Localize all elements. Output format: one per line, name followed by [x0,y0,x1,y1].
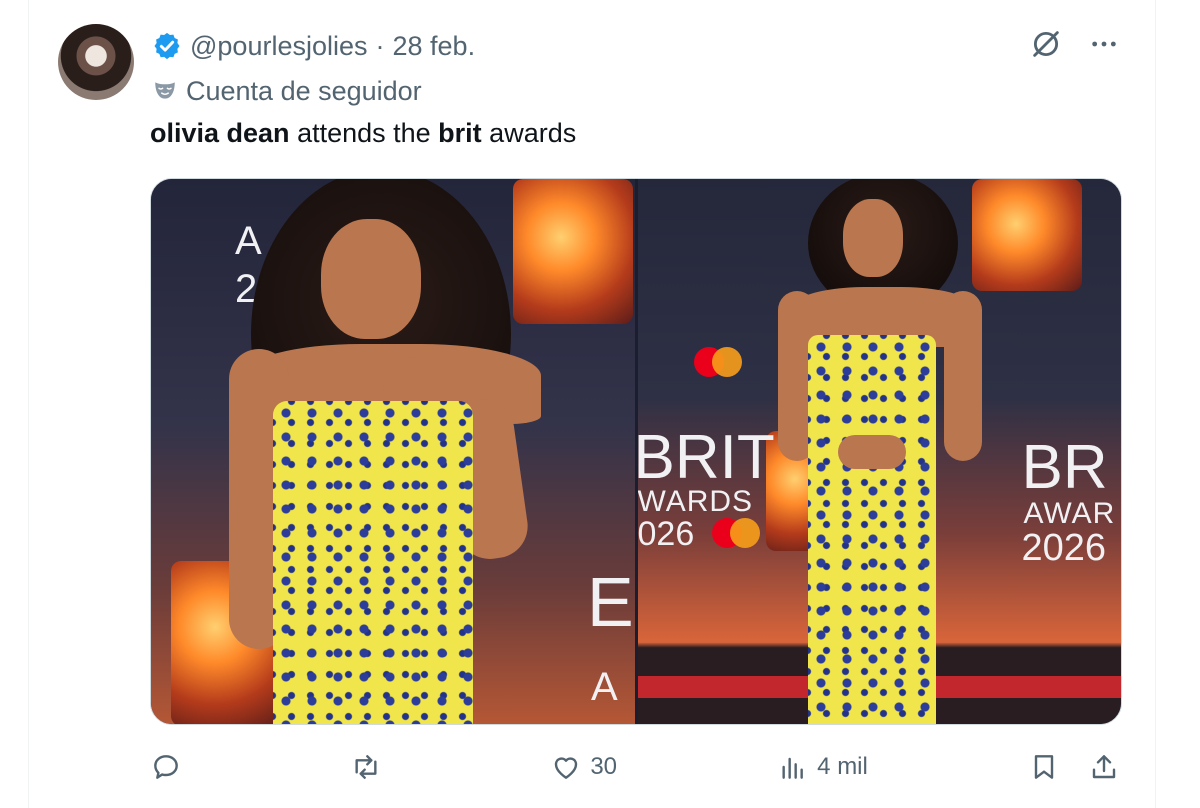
secondary-actions [1028,751,1120,783]
tweet-header: @pourlesjolies · 28 feb. [152,28,475,64]
logo-letter: A [591,665,618,709]
tweet-text-bold-2[interactable]: brit [438,118,482,148]
top-actions [1028,26,1122,62]
tweet-text-part-2: attends the [289,118,439,148]
brit-logo-right-line1: BR [1021,433,1108,502]
repost-button[interactable] [350,751,390,783]
grok-icon[interactable] [1028,26,1064,62]
follower-account-label: Cuenta de seguidor [152,73,422,109]
face [842,199,903,277]
tweet-text: olivia dean attends the brit awards [150,118,576,149]
bookmark-button[interactable] [1028,751,1060,783]
like-count: 30 [590,753,618,780]
user-handle[interactable]: @pourlesjolies [190,31,368,62]
tweet-text-part-4: awards [481,118,577,148]
share-button[interactable] [1088,751,1120,783]
face [321,219,421,339]
bookmark-icon [1034,755,1054,779]
mastercard-logo [693,347,742,377]
tweet-text-bold-1[interactable]: olivia dean [150,118,290,148]
photo-right[interactable]: BRIT WARDS 026 BR AWAR 2026 [637,179,1121,724]
brit-logo-left-line3: 026 [637,515,695,553]
avatar[interactable] [58,24,134,100]
floral-dress [273,401,473,724]
photo-left[interactable]: A 2 E A [151,179,635,724]
logo-letter: A [235,219,262,263]
right-arm [943,291,982,461]
floral-dress [807,335,936,724]
follower-account-text: Cuenta de seguidor [186,75,422,106]
brit-b-graphic [513,179,633,324]
share-icon [1092,755,1116,779]
like-button[interactable]: 30 [550,751,617,783]
repost-icon [355,755,377,779]
heart-icon [555,757,578,779]
brit-logo-left-line2: WARDS [637,485,754,518]
logo-letter: E [587,563,634,641]
tweet-date[interactable]: 28 feb. [393,31,476,62]
mask-icon [155,82,175,99]
media-grid: A 2 E A BRIT WARDS 026 BR AWAR 2026 [150,178,1122,725]
brit-logo-right-line2: AWAR [1023,497,1116,530]
more-options-icon[interactable] [1086,26,1122,62]
hands [837,435,906,469]
reply-icon [154,755,178,779]
header-separator: · [375,30,385,61]
brit-b-graphic [971,179,1082,291]
analytics-icon [782,757,804,779]
brit-logo-left-line1: BRIT [637,423,775,492]
mastercard-logo [711,518,760,548]
brit-logo-right-line3: 2026 [1021,527,1107,569]
tweet-actions: 30 4 mil [150,742,1120,792]
verified-badge-icon [154,32,180,60]
views-count: 4 mil [817,753,868,780]
views-button[interactable]: 4 mil [777,751,868,783]
reply-button[interactable] [150,751,190,783]
